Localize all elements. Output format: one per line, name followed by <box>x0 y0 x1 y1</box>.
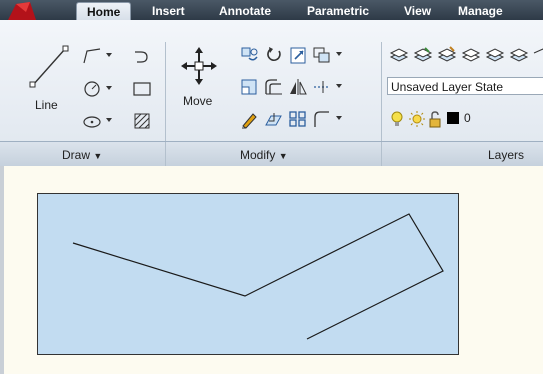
polyline-drawing[interactable] <box>38 194 458 354</box>
trim-icon[interactable] <box>310 76 334 98</box>
ribbon-tab-bar: Home Insert Annotate Parametric View Man… <box>0 0 543 21</box>
tab-annotate[interactable]: Annotate <box>219 2 271 20</box>
chevron-down-icon: ▼ <box>278 151 288 161</box>
tab-insert[interactable]: Insert <box>152 2 185 20</box>
explode-icon[interactable] <box>238 108 262 130</box>
array-icon[interactable] <box>238 76 262 98</box>
layer-off-icon[interactable] <box>507 44 531 66</box>
panel-separator <box>381 142 382 166</box>
layers-panel-title[interactable]: Layers <box>488 144 524 166</box>
line-icon[interactable] <box>26 42 72 92</box>
polyline-icon[interactable] <box>80 45 104 67</box>
layer-isolate-icon[interactable] <box>483 44 507 66</box>
trim-dropdown[interactable] <box>334 76 343 96</box>
offset-icon[interactable] <box>262 76 286 98</box>
copy-icon[interactable] <box>262 44 286 66</box>
modify-panel-title[interactable]: Modify ▼ <box>240 144 288 166</box>
array-grid-icon[interactable] <box>286 108 310 130</box>
layout-viewport[interactable] <box>37 193 459 355</box>
lock-icon[interactable] <box>425 108 445 130</box>
current-layer-name: 0 <box>464 111 471 125</box>
hatch-icon[interactable] <box>130 110 154 132</box>
layer-properties-icon[interactable] <box>387 44 411 66</box>
fillet-icon[interactable] <box>262 108 286 130</box>
layers-panel-title-text: Layers <box>488 148 525 162</box>
layer-freeze-icon[interactable] <box>531 44 543 66</box>
move-button-label: Move <box>183 94 213 108</box>
chamfer-icon[interactable] <box>310 108 334 130</box>
tab-parametric[interactable]: Parametric <box>307 2 369 20</box>
modify-panel-title-text: Modify <box>240 148 276 162</box>
move-icon[interactable] <box>178 44 220 88</box>
circle-icon[interactable] <box>80 78 104 100</box>
draw-panel-title-text: Draw <box>62 148 91 162</box>
polyline-dropdown[interactable] <box>104 45 113 65</box>
ellipse-dropdown[interactable] <box>104 110 113 130</box>
lightbulb-icon[interactable] <box>387 108 407 130</box>
rotate-icon[interactable] <box>238 44 262 66</box>
color-swatch-icon[interactable] <box>445 110 461 126</box>
layer-previous-icon[interactable] <box>459 44 483 66</box>
sun-icon[interactable] <box>407 108 427 130</box>
line-button-label: Line <box>35 98 58 112</box>
layer-state-icon[interactable] <box>411 44 435 66</box>
draw-panel-title[interactable]: Draw ▼ <box>62 144 102 166</box>
layer-state-dropdown[interactable]: Unsaved Layer State <box>387 77 543 95</box>
app-menu-icon[interactable] <box>6 0 42 20</box>
arc-icon[interactable] <box>130 45 154 67</box>
chamfer-dropdown[interactable] <box>334 108 343 128</box>
ellipse-icon[interactable] <box>80 110 104 132</box>
scale-dropdown[interactable] <box>334 44 343 64</box>
stretch-icon[interactable] <box>286 44 310 66</box>
tab-view[interactable]: View <box>404 2 431 20</box>
tab-home[interactable]: Home <box>76 2 132 21</box>
layer-match-icon[interactable] <box>435 44 459 66</box>
panel-separator <box>165 142 166 166</box>
mirror-icon[interactable] <box>286 76 310 98</box>
chevron-down-icon: ▼ <box>93 151 103 161</box>
scale-icon[interactable] <box>310 44 334 66</box>
canvas-left-edge <box>0 166 4 374</box>
circle-dropdown[interactable] <box>104 78 113 98</box>
rectangle-icon[interactable] <box>130 78 154 100</box>
tab-manage[interactable]: Manage <box>458 2 503 20</box>
